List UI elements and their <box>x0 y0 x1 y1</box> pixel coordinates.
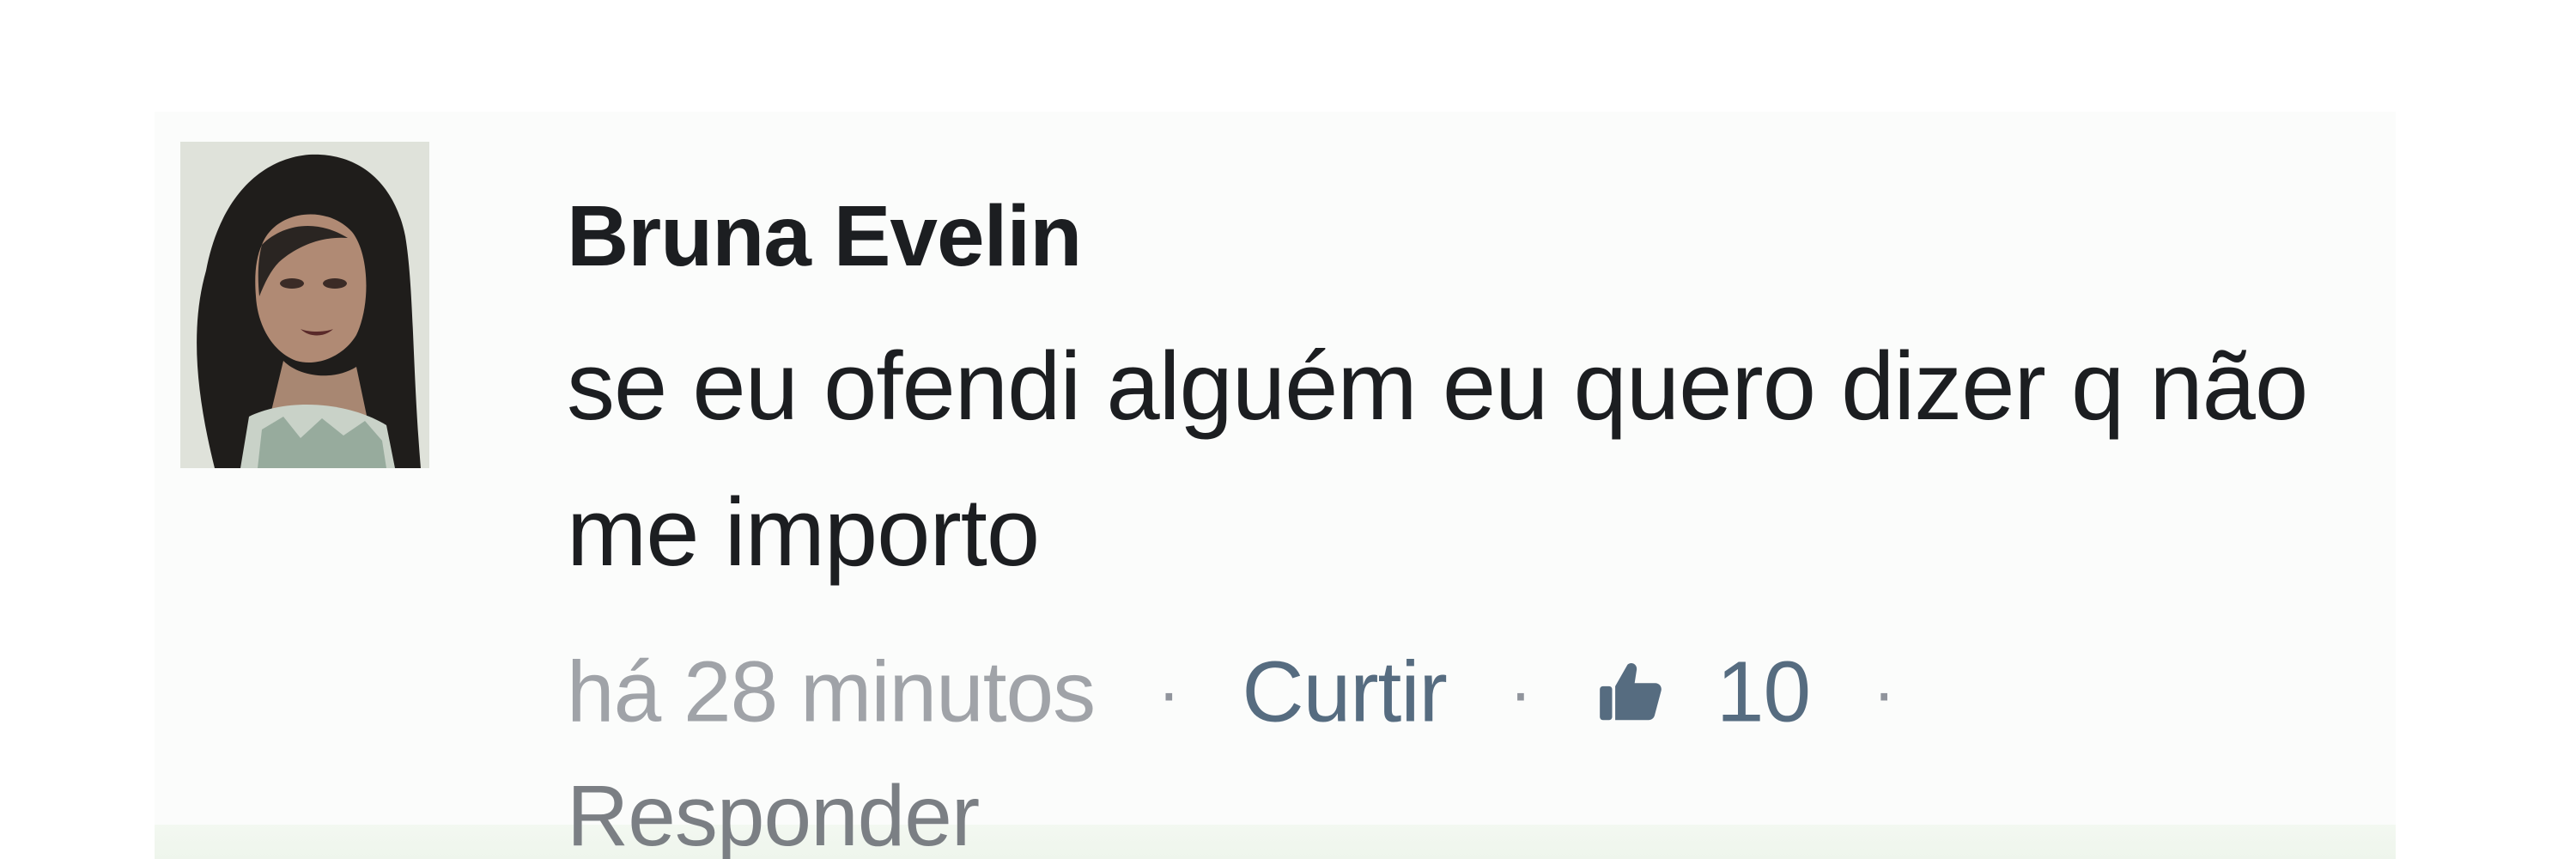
comment-card: Bruna Evelin se eu ofendi alguém eu quer… <box>155 112 2396 859</box>
comment-actions: há 28 minutos · Curtir · 10 · <box>567 643 1935 735</box>
page: Bruna Evelin se eu ofendi alguém eu quer… <box>0 0 2576 859</box>
timestamp[interactable]: há 28 minutos <box>567 644 1096 740</box>
avatar[interactable] <box>180 142 429 468</box>
separator: · <box>1157 653 1181 730</box>
reply-button[interactable]: Responder <box>567 773 980 859</box>
separator: · <box>1872 653 1896 730</box>
comment-text: se eu ofendi alguém eu quero dizer q não… <box>567 332 2308 586</box>
thumbs-up-icon[interactable] <box>1594 655 1668 729</box>
comment-footer-strip <box>155 825 2396 859</box>
like-count[interactable]: 10 <box>1716 644 1811 740</box>
profile-photo <box>180 142 429 468</box>
separator: · <box>1509 653 1533 730</box>
like-button[interactable]: Curtir <box>1242 644 1447 740</box>
author-name[interactable]: Bruna Evelin <box>567 193 1082 279</box>
